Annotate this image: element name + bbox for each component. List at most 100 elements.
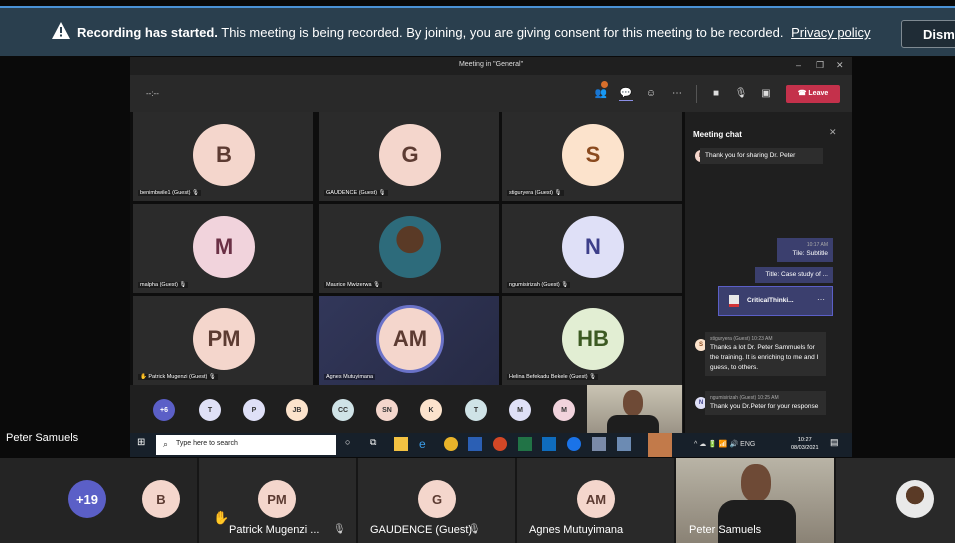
chat-message: stiguryera (Guest) 10:23 AM Thanks a lot…: [705, 332, 826, 376]
chat-text: Tile: Subtitle: [792, 250, 828, 257]
gallery-tile[interactable]: AM Agnes Mutuyimana: [517, 458, 674, 543]
gallery-tile[interactable]: ✋ PM Patrick Mugenzi ... 🎙: [199, 458, 356, 543]
mic-muted-icon: 🎙: [333, 524, 346, 535]
app-icon: [617, 437, 631, 451]
strip-avatar: M: [553, 399, 575, 421]
participant-name: Agnes Mutuyimana: [529, 524, 624, 536]
file-name: CriticalThinki...: [747, 297, 794, 304]
more-options-icon: ⋯: [672, 88, 682, 99]
windows-start-icon: ⊞: [137, 437, 146, 448]
participants-icon: 👥: [594, 88, 608, 99]
participant-name: Agnes Mutuyimana: [324, 374, 376, 380]
presenter-body: [718, 500, 796, 543]
excel-icon: [518, 437, 532, 451]
raised-hand-icon: ✋: [213, 510, 230, 525]
participant-tile: M malpha (Guest) 🎙: [133, 204, 313, 293]
strip-avatar: M: [509, 399, 531, 421]
leave-label: Leave: [808, 90, 829, 97]
participant-name-text: Helina Befekadu Bekele (Guest): [509, 374, 588, 380]
gallery-tile-video[interactable]: Peter Samuels: [676, 458, 834, 543]
strip-avatar: SN: [376, 399, 398, 421]
toolbar-divider: [696, 85, 697, 103]
avatar: PM: [193, 308, 255, 370]
participant-name: ✋ Patrick Mugenzi (Guest) 🎙: [138, 374, 218, 380]
participant-name-text: malpha (Guest): [140, 282, 178, 288]
participant-name: GAUDENCE (Guest) 🎙: [324, 190, 388, 196]
share-tray-icon: ▣: [761, 88, 771, 99]
taskbar-search: ⌕ Type here to search: [156, 435, 336, 455]
participant-name-text: benimbwile1 (Guest): [140, 190, 191, 196]
participant-name: Maurice Mwizerwa 🎙: [324, 282, 383, 288]
taskbar-search-placeholder: Type here to search: [176, 440, 238, 447]
participant-name-text: Patrick Mugenzi (Guest): [148, 374, 208, 380]
dismiss-button[interactable]: Dismiss: [901, 20, 955, 48]
avatar: G: [379, 124, 441, 186]
close-chat-icon: ✕: [829, 127, 837, 137]
powerpoint-icon: [493, 437, 507, 451]
raised-hand-icon: ✋: [140, 374, 147, 380]
chat-meta: 10:17 AM: [806, 242, 828, 248]
language-indicator: ENG: [740, 441, 756, 448]
avatar: S: [562, 124, 624, 186]
participant-name: Peter Samuels: [689, 524, 762, 536]
avatar: B: [142, 480, 180, 518]
presenter-head: [741, 464, 771, 502]
avatar: AM: [577, 480, 615, 518]
participant-name: ngumisirizah (Guest) 🎙: [507, 282, 571, 288]
browser-icon: [567, 437, 581, 451]
task-view-icon: ⧉: [370, 437, 377, 447]
participant-name-text: ngumisirizah (Guest): [509, 282, 560, 288]
warning-icon: [52, 22, 70, 39]
avatar: N: [562, 216, 624, 278]
avatar: B: [193, 124, 255, 186]
participant-grid: B benimbwile1 (Guest) 🎙 G GAUDENCE (Gues…: [133, 112, 682, 385]
participant-name: stiguryera (Guest) 🎙: [507, 190, 564, 196]
participant-tile: HB Helina Befekadu Bekele (Guest) 🎙: [502, 296, 682, 385]
outlook-icon: [542, 437, 556, 451]
mic-muted-icon: 🎙: [468, 524, 481, 535]
system-tray: ^ ☁ 🔋 📶 🔊 ENG: [694, 441, 756, 448]
avatar: HB: [562, 308, 624, 370]
meeting-chat-panel: Meeting chat ✕ B Thank you for sharing D…: [685, 112, 852, 433]
participant-tile: B benimbwile1 (Guest) 🎙: [133, 112, 313, 201]
minimize-icon: –: [796, 60, 802, 70]
participant-gallery: +19 B ✋ PM Patrick Mugenzi ... 🎙 G GAUDE…: [0, 458, 955, 543]
participant-name-text: GAUDENCE (Guest): [326, 190, 378, 196]
clock-date: 08/03/2021: [791, 445, 819, 451]
avatar: G: [418, 480, 456, 518]
participant-name-text: stiguryera (Guest): [509, 190, 554, 196]
teams-taskbar-icon: [648, 433, 672, 457]
avatar: AM: [379, 308, 441, 370]
shared-window-title: Meeting in "General": [458, 61, 524, 68]
overflow-participants-button[interactable]: +19: [68, 480, 106, 518]
self-video-preview: [587, 385, 682, 433]
restore-icon: ❐: [816, 60, 825, 70]
participant-tile: S stiguryera (Guest) 🎙: [502, 112, 682, 201]
presenter-body: [607, 415, 659, 433]
notification-badge: [601, 81, 608, 88]
participant-photo: [896, 480, 934, 518]
reactions-icon: ☺: [645, 88, 657, 99]
participant-photo: [379, 216, 441, 278]
participant-name: benimbwile1 (Guest) 🎙: [138, 190, 201, 196]
participant-tile-speaking: AM Agnes Mutuyimana: [319, 296, 499, 385]
leave-button: ☎ Leave: [786, 85, 840, 103]
privacy-policy-link[interactable]: Privacy policy: [791, 25, 870, 40]
gallery-tile[interactable]: G GAUDENCE (Guest) 🎙: [358, 458, 515, 543]
taskbar-clock: 10:27 08/03/2021: [791, 436, 819, 452]
strip-avatar: K: [420, 399, 442, 421]
app-icon: [592, 437, 606, 451]
avatar: PM: [258, 480, 296, 518]
chat-header: Meeting chat: [693, 130, 742, 139]
microphone-icon: 🎙: [734, 88, 748, 99]
participant-name: Patrick Mugenzi ...: [229, 524, 320, 536]
strip-avatar: T: [199, 399, 221, 421]
chat-meta: ngumisirizah (Guest) 10:25 AM: [710, 395, 779, 401]
chat-text: Thanks a lot Dr. Peter Sammuels for the …: [710, 344, 819, 371]
chat-message: Thank you for sharing Dr. Peter: [700, 148, 823, 164]
chat-message-own: 10:17 AM Tile: Subtitle: [777, 238, 833, 262]
gallery-tile[interactable]: [836, 458, 955, 543]
gallery-tile[interactable]: +19 B: [0, 458, 197, 543]
presenter-head: [623, 390, 643, 416]
file-explorer-icon: [394, 437, 408, 451]
